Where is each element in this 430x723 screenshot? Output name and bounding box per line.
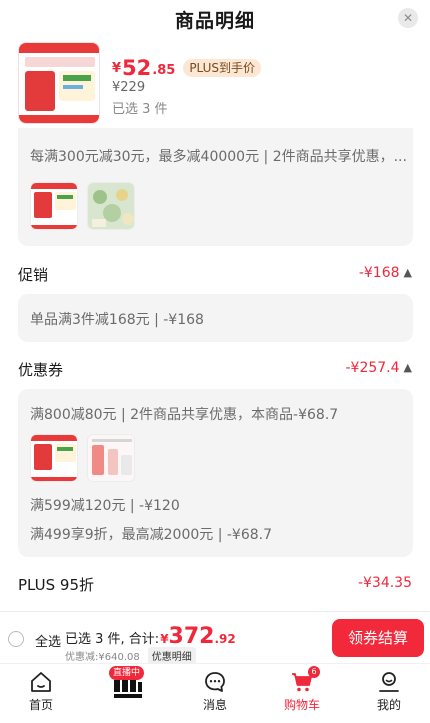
promotion-card: 单品满3件减168元 | -¥168 [18, 294, 413, 342]
tab-cart-label: 购物车 [283, 698, 320, 712]
product-detail-sheet: 商品明细 ✕ ¥ 52 .85 PLUS到手价 ¥229 已选 3 件 每满30… [0, 0, 430, 723]
coupon-amount-toggle[interactable]: -¥257.4 ▲ [345, 360, 412, 376]
plus-discount-value: -¥34.35 [357, 575, 412, 591]
total-decimal: .92 [214, 632, 236, 646]
promotion-detail: 单品满3件减168元 | -¥168 [30, 312, 204, 328]
product-mini-thumb-4 [87, 434, 135, 482]
page-title: 商品明细 [174, 10, 255, 32]
discount-text: 优惠减:¥640.08 [65, 652, 140, 663]
coupon-item-3: 满499享9折，最高减2000元 | -¥68.7 [30, 527, 273, 543]
original-price: ¥229 [112, 80, 146, 95]
live-badge: 直播中 [109, 666, 145, 680]
tab-profile[interactable]: 我的 [359, 664, 419, 723]
price-symbol: ¥ [112, 60, 122, 76]
price-row: ¥ 52 .85 PLUS到手价 [112, 56, 262, 80]
select-all-radio[interactable] [8, 631, 24, 647]
message-icon [205, 672, 225, 692]
tab-home[interactable]: 首页 [11, 664, 71, 723]
product-mini-thumb-1 [30, 182, 78, 230]
checkout-bar: 全选 已选 3 件, 合计: ¥ 372 .92 优惠减:¥640.08 优惠明… [0, 611, 430, 664]
tab-bar: 首页 直播中 消息 6 购物车 我的 [0, 663, 430, 723]
price-integer: 52 [122, 56, 152, 80]
summary-prefix: 已选 3 件, 合计: [65, 632, 160, 647]
tab-home-label: 首页 [28, 698, 53, 712]
tab-cart[interactable]: 6 购物车 [272, 664, 332, 723]
profile-icon [379, 672, 399, 692]
tab-profile-label: 我的 [376, 698, 401, 712]
price-decimal: .85 [152, 62, 176, 78]
cart-count-badge: 6 [308, 666, 320, 678]
plus-discount-label: PLUS 95折 [18, 576, 95, 594]
select-all-label[interactable]: 全选 [35, 631, 61, 650]
product-mini-thumb-2 [87, 182, 135, 230]
chevron-up-icon: ▲ [403, 360, 412, 374]
full-reduction-text: 每满300元减30元，最多减40000元 | 2件商品共享优惠，... [30, 149, 407, 165]
tab-live[interactable]: 直播中 [98, 664, 158, 723]
total-summary: 已选 3 件, 合计: ¥ 372 .92 [65, 624, 236, 649]
promotion-label: 促销 [18, 266, 49, 284]
coupon-amount: -¥257.4 [345, 360, 400, 376]
tab-messages[interactable]: 消息 [185, 664, 245, 723]
total-integer: 372 [168, 624, 215, 649]
coupon-card: 满800减80元 | 2件商品共享优惠，本商品-¥68.7 满599减120元 … [18, 389, 413, 557]
tab-messages-label: 消息 [202, 698, 227, 712]
plus-discount-amount: -¥34.35 [358, 575, 412, 591]
discount-details: 每满300元减30元，最多减40000元 | 2件商品共享优惠，... 促销 -… [0, 128, 430, 611]
close-icon[interactable]: ✕ [398, 8, 418, 28]
checkout-button[interactable]: 领券结算 [332, 619, 424, 657]
product-thumbnail[interactable] [18, 42, 100, 124]
plus-price-badge: PLUS到手价 [183, 59, 262, 77]
product-mini-thumb-3 [30, 434, 78, 482]
discount-line: 优惠减:¥640.08 优惠明细 [65, 647, 196, 664]
coupon-item-2: 满599减120元 | -¥120 [30, 498, 180, 514]
coupon-label: 优惠券 [18, 361, 64, 379]
discount-detail-link[interactable]: 优惠明细 [147, 647, 196, 664]
chevron-up-icon: ▲ [403, 265, 412, 279]
selected-count: 已选 3 件 [112, 102, 168, 117]
coupon-item-1: 满800减80元 | 2件商品共享优惠，本商品-¥68.7 [30, 407, 339, 423]
full-reduction-card: 每满300元减30元，最多减40000元 | 2件商品共享优惠，... [18, 128, 413, 246]
sheet-header: 商品明细 ✕ ¥ 52 .85 PLUS到手价 ¥229 已选 3 件 [0, 0, 430, 128]
promotion-amount: -¥168 [358, 265, 400, 281]
home-icon [31, 672, 51, 692]
total-symbol: ¥ [160, 632, 169, 646]
promotion-amount-toggle[interactable]: -¥168 ▲ [359, 265, 412, 281]
